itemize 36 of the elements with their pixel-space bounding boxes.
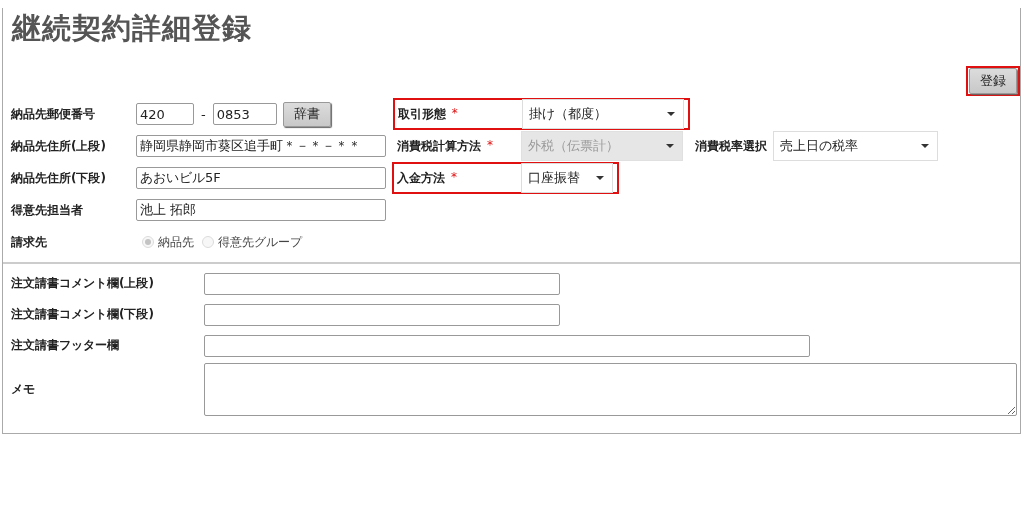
field-label: 取引形態 xyxy=(397,105,446,123)
field-label: 納品先住所(下段) xyxy=(11,169,107,187)
dictionary-button[interactable]: 辞書 xyxy=(282,101,331,127)
dropdown[interactable]: 掛け（都度） xyxy=(521,99,684,129)
register-button[interactable]: 登録 xyxy=(969,68,1017,94)
caret-icon xyxy=(921,144,929,148)
dropdown[interactable]: 売上日の税率 xyxy=(773,131,938,161)
contact-field[interactable]: 池上 拓郎 xyxy=(136,199,386,221)
field-label: 注文請書コメント欄(上段) xyxy=(11,275,155,292)
footer-field[interactable] xyxy=(204,334,810,357)
dropdown[interactable]: 口座振替 xyxy=(521,163,613,193)
caret-icon xyxy=(666,144,674,148)
field-label: 注文請書コメント欄(下段) xyxy=(11,306,155,323)
required-mark: * xyxy=(451,169,457,186)
field-label: 請求先 xyxy=(11,233,48,251)
comment-field[interactable] xyxy=(204,272,560,295)
separator: - xyxy=(201,106,206,122)
field-label: 消費税率選択 xyxy=(695,137,767,155)
address-field[interactable]: あおいビル5F xyxy=(136,167,386,189)
field-label: 納品先住所(上段) xyxy=(11,137,107,155)
field-label: 納品先郵便番号 xyxy=(11,105,96,123)
field-label: 入金方法 xyxy=(397,169,445,187)
postal-code-field[interactable]: 0853 xyxy=(212,103,277,125)
postal-code-field[interactable]: 420 xyxy=(136,103,194,125)
comment-field[interactable] xyxy=(204,303,560,326)
field-label: 消費税計算方法 xyxy=(397,137,481,155)
address-field[interactable]: 静岡県静岡市葵区追手町＊－＊－＊＊ xyxy=(136,135,386,157)
required-mark: * xyxy=(487,137,493,154)
page-title: 継続契約詳細登録 xyxy=(12,10,253,47)
field-label: 得意先担当者 xyxy=(11,201,84,219)
field-label: メモ xyxy=(11,380,36,398)
caret-icon xyxy=(666,112,675,116)
memo-field[interactable] xyxy=(204,362,1017,416)
field-label: 注文請書フッター欄 xyxy=(11,337,120,354)
caret-icon xyxy=(596,176,604,180)
required-mark: * xyxy=(451,105,458,122)
